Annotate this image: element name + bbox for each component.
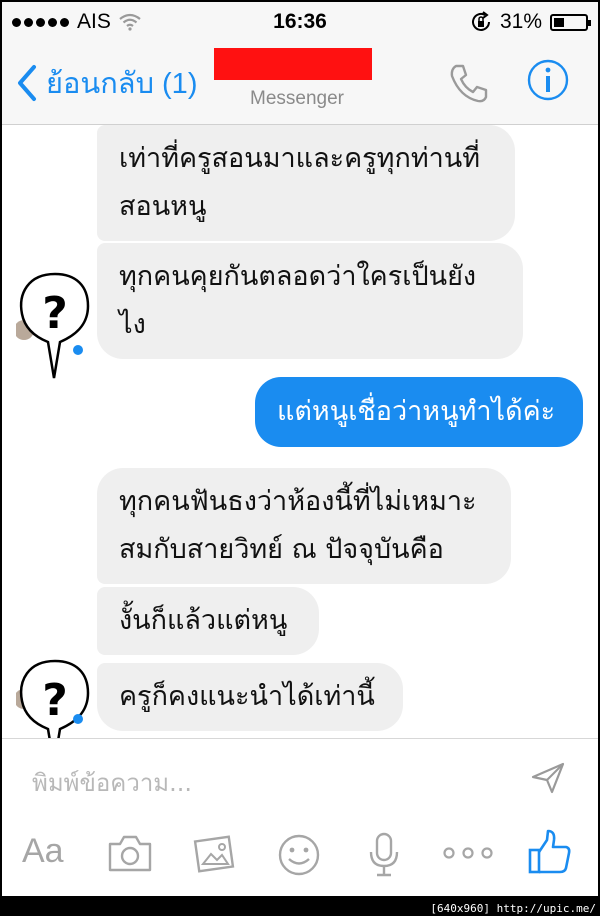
microphone-icon[interactable] [366, 832, 402, 878]
message-line: แต่หนูเชื่อว่าหนูทำได้ค่ะ [277, 396, 556, 427]
like-icon[interactable] [528, 828, 572, 876]
message-bubble-received: ครูก็คงแนะนำได้เท่านี้ [97, 663, 403, 731]
message-bubble-received: งั้นก็แล้วแต่หนู [97, 587, 319, 655]
back-label: ย้อนกลับ (1) [46, 68, 198, 100]
message-line: สมกับสายวิทย์ ณ ปัจจุบันคือ [119, 534, 444, 565]
message-line: ครูก็คงแนะนำได้เท่านี้ [119, 681, 375, 712]
battery-percent: 31% [499, 10, 542, 33]
message-bubble-received: ทุกคนฟันธงว่าห้องนี้ที่ไม่เหมาะ สมกับสาย… [97, 468, 511, 584]
gallery-icon[interactable] [192, 832, 238, 876]
watermark: [640x960] http://upic.me/ [430, 902, 596, 915]
phone-icon[interactable] [448, 62, 490, 104]
nav-bar: ย้อนกลับ (1) Messenger [2, 42, 598, 125]
message-bubble-sent: แต่หนูเชื่อว่าหนูทำได้ค่ะ [255, 377, 583, 447]
status-bar: AIS 16:36 31% [2, 2, 598, 42]
message-thread: เท่าที่ครูสอนมาและครูทุกท่านที่ สอนหนู ท… [2, 125, 598, 766]
text-style-button[interactable]: Aa [22, 832, 64, 871]
nav-subtitle: Messenger [250, 88, 344, 109]
redacted-contact-name [214, 48, 372, 80]
back-button[interactable]: ย้อนกลับ (1) [16, 60, 197, 106]
more-icon[interactable] [442, 846, 494, 860]
avatar-question-mark: ? [42, 675, 68, 726]
info-icon[interactable] [526, 58, 570, 102]
battery-icon [550, 13, 591, 31]
message-line: ไง [119, 309, 146, 340]
chevron-left-icon [18, 65, 36, 101]
camera-icon[interactable] [106, 832, 154, 874]
sender-avatar: ? [16, 272, 90, 379]
message-bubble-received: ทุกคนคุยกันตลอดว่าใครเป็นยัง ไง [97, 243, 523, 359]
message-line: งั้นก็แล้วแต่หนู [119, 605, 288, 636]
message-composer: พิมพ์ข้อความ... [2, 738, 598, 819]
send-icon[interactable] [530, 761, 566, 795]
emoji-icon[interactable] [276, 832, 322, 878]
message-line: ทุกคนฟันธงว่าห้องนี้ที่ไม่เหมาะ [119, 486, 477, 517]
composer-toolbar: Aa [2, 818, 598, 896]
message-line: เท่าที่ครูสอนมาและครูทุกท่านที่ [119, 143, 481, 174]
rotation-lock-icon [471, 11, 490, 31]
status-right: 31% [470, 10, 591, 34]
message-input[interactable]: พิมพ์ข้อความ... [32, 763, 192, 802]
message-line: สอนหนู [119, 191, 207, 222]
message-bubble-received: เท่าที่ครูสอนมาและครูทุกท่านที่ สอนหนู [97, 125, 515, 241]
avatar-question-mark: ? [42, 288, 68, 339]
message-line: ทุกคนคุยกันตลอดว่าใครเป็นยัง [119, 261, 477, 292]
phone-screen: AIS 16:36 31% ย้อนกลับ (1) Messenger เท่… [2, 2, 598, 896]
